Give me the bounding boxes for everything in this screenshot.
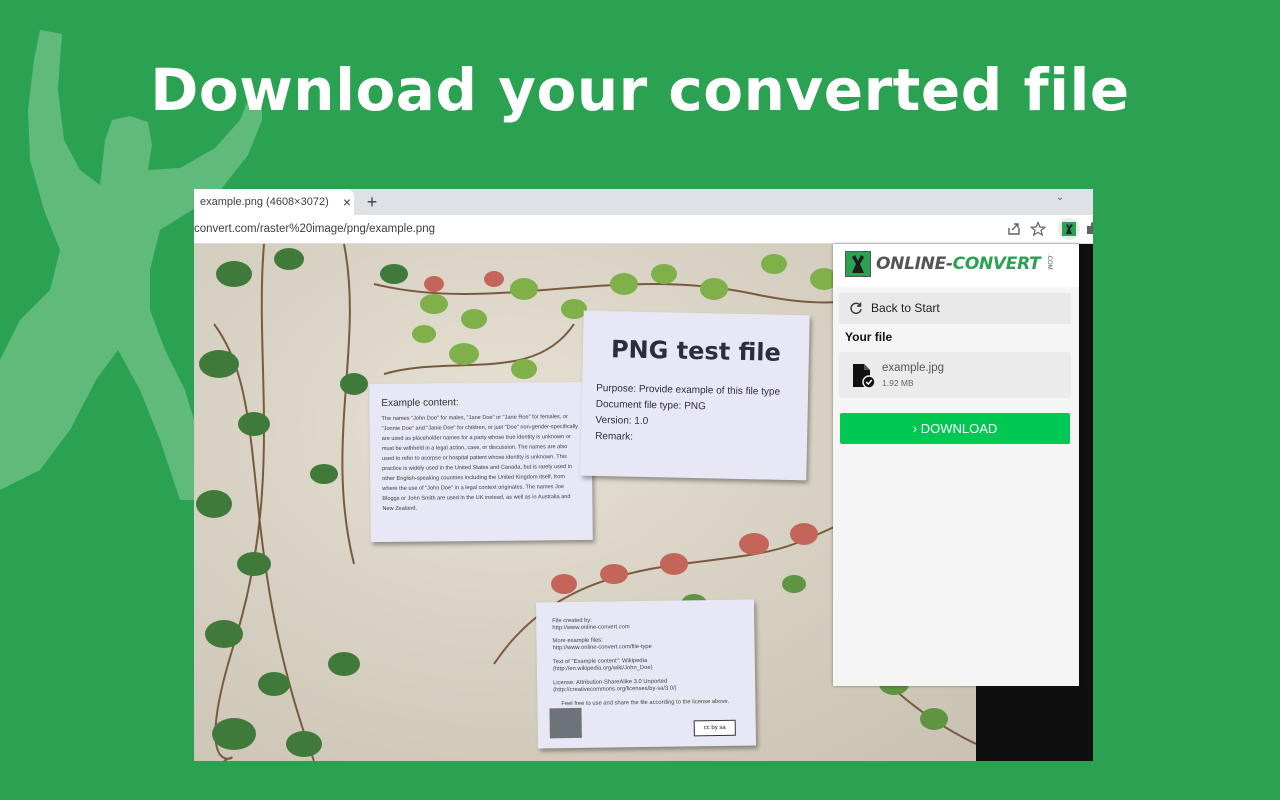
file-name: example.jpg xyxy=(882,362,945,374)
source-info-paper: File created by: http://www.online-conve… xyxy=(535,599,757,749)
share-icon[interactable] xyxy=(1005,220,1023,238)
source-line: Feel free to use and share the file acco… xyxy=(561,698,730,708)
refresh-icon xyxy=(850,302,862,314)
example-content-body: The names "John Doe" for males, "Jane Do… xyxy=(381,414,578,513)
online-convert-extension-icon[interactable] xyxy=(1058,218,1080,240)
file-check-icon xyxy=(853,364,876,389)
extension-popup-panel: ONLINE-CONVERT .COM Back to Start Your f… xyxy=(833,244,1079,686)
panel-header: ONLINE-CONVERT .COM xyxy=(833,244,1079,287)
image-viewport: Example content: The names "John Doe" fo… xyxy=(194,244,1093,761)
png-doctype: Document file type: PNG xyxy=(595,398,706,413)
star-bookmark-icon[interactable] xyxy=(1029,220,1047,238)
source-line: (http://creativecommons.org/licenses/by-… xyxy=(553,685,677,694)
png-test-file-paper: PNG test file Purpose: Provide example o… xyxy=(580,310,810,481)
source-line: (http://en.wikipedia.org/wiki/John_Doe) xyxy=(552,664,653,673)
url-text[interactable]: convert.com/raster%20image/png/example.p… xyxy=(194,215,435,243)
file-card: example.jpg 1.92 MB xyxy=(839,352,1071,398)
brand-wordmark: ONLINE-CONVERT xyxy=(876,254,1041,274)
browser-tab[interactable]: example.png (4608×3072) xyxy=(194,189,354,215)
browser-window: example.png (4608×3072) × + ⌄ convert.co… xyxy=(194,189,1093,761)
source-line: http://www.online-convert.com/file-type xyxy=(552,643,652,652)
brand-main: ONLINE- xyxy=(876,254,953,274)
your-file-heading: Your file xyxy=(845,330,893,344)
png-remark: Remark: xyxy=(595,430,634,443)
brand-accent: CONVERT xyxy=(952,254,1041,274)
download-button[interactable]: › DOWNLOAD xyxy=(840,413,1070,444)
online-convert-logo-icon xyxy=(845,251,871,277)
tab-close-icon[interactable]: × xyxy=(340,189,354,215)
new-tab-button[interactable]: + xyxy=(362,189,382,215)
png-purpose: Purpose: Provide example of this file ty… xyxy=(596,382,781,398)
chevron-down-icon[interactable]: ⌄ xyxy=(1052,192,1068,208)
example-content-paper: Example content: The names "John Doe" fo… xyxy=(369,381,593,543)
address-bar[interactable]: convert.com/raster%20image/png/example.p… xyxy=(194,215,1093,244)
cc-license-badge: cc by sa xyxy=(693,719,736,737)
extensions-puzzle-icon[interactable] xyxy=(1084,220,1093,238)
png-version: Version: 1.0 xyxy=(595,414,649,428)
example-content-title: Example content: xyxy=(381,397,459,410)
page-headline: Download your converted file xyxy=(150,56,1130,124)
png-test-title: PNG test file xyxy=(610,335,782,367)
source-line: http://www.online-convert.com xyxy=(552,624,630,632)
tab-title: example.png (4608×3072) xyxy=(200,196,329,208)
online-convert-mascot-logo xyxy=(549,707,582,739)
back-to-start-label: Back to Start xyxy=(871,301,940,315)
back-to-start-button[interactable]: Back to Start xyxy=(839,293,1071,324)
brand-suffix: .COM xyxy=(1046,254,1052,270)
tab-strip: example.png (4608×3072) × + ⌄ xyxy=(194,189,1093,215)
file-size: 1.92 MB xyxy=(882,378,914,388)
